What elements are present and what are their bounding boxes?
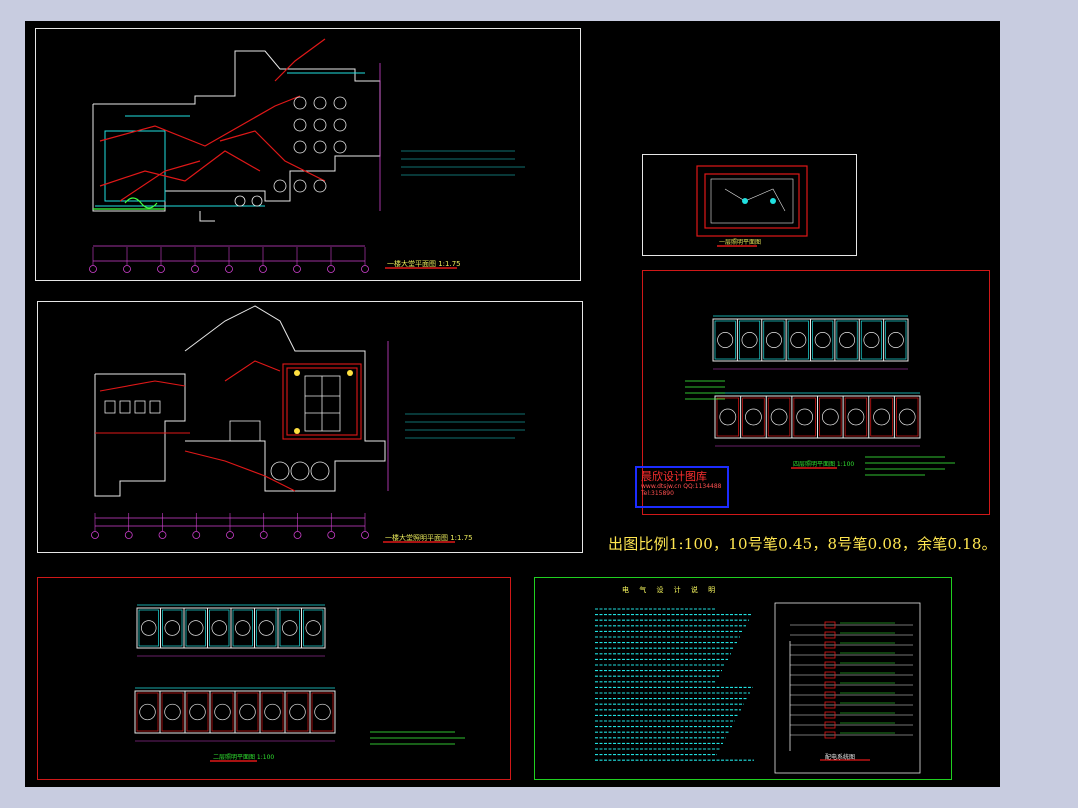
plan3-caption: 一层照明平面图 <box>719 239 762 246</box>
scale-note: 出图比例1:100，10号笔0.45，8号笔0.08，余笔0.18。 <box>608 535 997 553</box>
cad-drawing-canvas[interactable]: 一楼大堂平面图 1:1.75 一楼大堂照明平面图 1:1.75 一层照明平面图 … <box>25 21 1000 787</box>
cad-linework <box>89 38 955 774</box>
plan4-caption: 四层照明平面图 1:100 <box>793 461 855 468</box>
plan2-caption: 一楼大堂照明平面图 1:1.75 <box>385 534 473 542</box>
plan5-caption: 二层照明平面图 1:100 <box>213 754 275 761</box>
watermark-title: 晨欣设计图库 <box>641 470 707 483</box>
system-caption: 配电系统图 <box>825 754 856 761</box>
spec-title: 电 气 设 计 说 明 <box>622 586 720 594</box>
watermark-stamp: 晨欣设计图库 www.dtsjw.cn QQ:1134488 Tel:31589… <box>635 466 729 508</box>
plan1-caption: 一楼大堂平面图 1:1.75 <box>387 260 461 268</box>
watermark-sub: www.dtsjw.cn QQ:1134488 Tel:315890 <box>641 483 722 497</box>
